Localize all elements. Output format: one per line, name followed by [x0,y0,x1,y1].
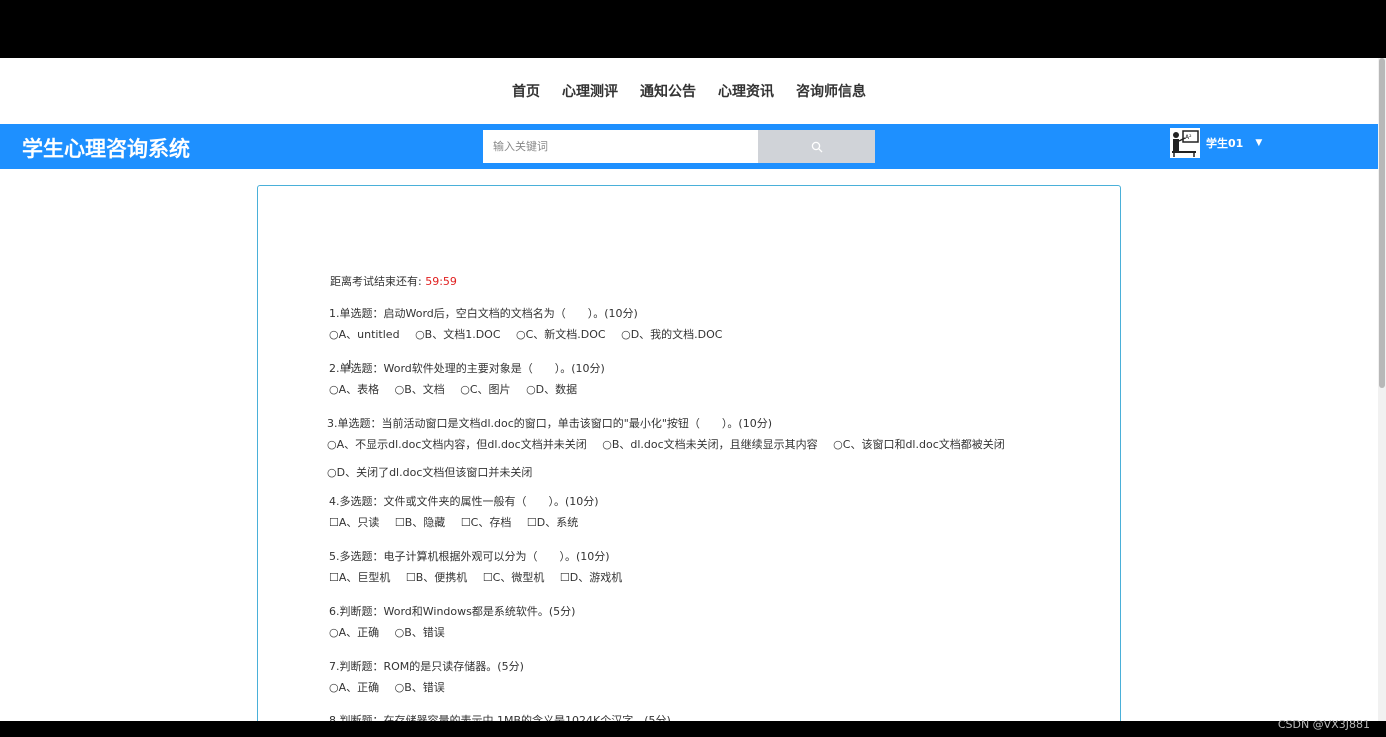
question-6: 6.判断题：Word和Windows都是系统软件。(5分) ○A、正确 ○B、错… [329,603,575,640]
top-navigation: 首页 心理测评 通知公告 心理资讯 咨询师信息 [0,58,1378,124]
question-options: ○A、不显示dl.doc文档内容，但dl.doc文档并未关闭 ○B、dl.doc… [327,436,1017,452]
user-menu[interactable]: A² 学生01 ▼ [1170,128,1262,158]
option-radio[interactable]: ○A、表格 [329,381,379,397]
question-2: 2.单选题：Word软件处理的主要对象是（ ）。(10分) ○A、表格 ○B、文… [329,360,605,397]
browser-viewport: 首页 心理测评 通知公告 心理资讯 咨询师信息 学生心理咨询系统 A² [0,58,1386,721]
option-radio[interactable]: ○B、文档1.DOC [415,326,500,342]
scrollbar-thumb[interactable] [1379,58,1385,388]
option-radio[interactable]: ○C、新文档.DOC [516,326,606,342]
option-radio[interactable]: ○D、数据 [526,381,577,397]
question-options: ○A、正确 ○B、错误 [329,624,575,640]
question-title: 6.判断题：Word和Windows都是系统软件。(5分) [329,605,576,618]
option-checkbox[interactable]: ☐B、隐藏 [395,514,445,530]
caret-down-icon: ▼ [1255,138,1263,148]
option-checkbox[interactable]: ☐C、微型机 [483,569,545,585]
question-options: ☐A、只读 ☐B、隐藏 ☐C、存档 ☐D、系统 [329,514,599,530]
question-options: ○A、正确 ○B、错误 [329,679,524,695]
question-options-line2: ○D、关闭了dl.doc文档但该窗口并未关闭 [327,464,1017,480]
option-radio[interactable]: ○A、不显示dl.doc文档内容，但dl.doc文档并未关闭 [327,436,587,452]
nav-item-counselors[interactable]: 咨询师信息 [796,81,866,101]
question-1: 1.单选题：启动Word后，空白文档的文档名为（ ）。(10分) ○A、unti… [329,305,734,342]
question-title: 7.判断题：ROM的是只读存储器。(5分) [329,660,524,673]
option-checkbox[interactable]: ☐A、巨型机 [329,569,390,585]
teacher-avatar-icon: A² [1170,128,1200,158]
question-options: ○A、untitled ○B、文档1.DOC ○C、新文档.DOC ○D、我的文… [329,326,734,342]
username: 学生01 [1206,137,1244,150]
option-radio[interactable]: ○A、正确 [329,679,379,695]
option-radio[interactable]: ○B、错误 [395,679,445,695]
scrollbar[interactable] [1378,58,1386,721]
exam-countdown: 距离考试结束还有: 59:59 [330,273,457,289]
search-icon [811,141,822,152]
option-checkbox[interactable]: ☐B、便携机 [406,569,467,585]
nav-item-home[interactable]: 首页 [512,81,540,101]
text-cursor-icon: I [348,358,352,372]
question-title: 8.判断题：在存储器容量的表示中,1MB的含义是1024K个汉字。(5分) [329,714,671,721]
question-title: 2.单选题：Word软件处理的主要对象是（ ）。(10分) [329,362,605,375]
option-radio[interactable]: ○A、untitled [329,326,400,342]
countdown-label: 距离考试结束还有: [330,275,422,288]
search-button[interactable] [758,130,875,163]
question-title: 5.多选题：电子计算机根据外观可以分为（ ）。(10分) [329,550,610,563]
countdown-time: 59:59 [425,275,457,288]
question-title: 3.单选题：当前活动窗口是文档dl.doc的窗口，单击该窗口的"最小化"按钮（ … [327,417,772,430]
search-input[interactable] [483,130,758,163]
question-4: 4.多选题：文件或文件夹的属性一般有（ ）。(10分) ☐A、只读 ☐B、隐藏 … [329,493,599,530]
option-radio[interactable]: ○C、该窗口和dl.doc文档都被关闭 [833,436,1005,452]
question-3: 3.单选题：当前活动窗口是文档dl.doc的窗口，单击该窗口的"最小化"按钮（ … [327,415,1017,480]
question-5: 5.多选题：电子计算机根据外观可以分为（ ）。(10分) ☐A、巨型机 ☐B、便… [329,548,634,585]
option-radio[interactable]: ○D、我的文档.DOC [621,326,722,342]
nav-item-news[interactable]: 心理资讯 [718,81,774,101]
option-checkbox[interactable]: ☐C、存档 [461,514,512,530]
option-radio[interactable]: ○D、关闭了dl.doc文档但该窗口并未关闭 [327,464,532,480]
option-radio[interactable]: ○B、文档 [395,381,445,397]
question-title: 4.多选题：文件或文件夹的属性一般有（ ）。(10分) [329,495,599,508]
search-bar [483,130,875,163]
question-options: ○A、表格 ○B、文档 ○C、图片 ○D、数据 [329,381,605,397]
option-radio[interactable]: ○B、错误 [395,624,445,640]
exam-panel: 距离考试结束还有: 59:59 1.单选题：启动Word后，空白文档的文档名为（… [257,185,1121,721]
question-7: 7.判断题：ROM的是只读存储器。(5分) ○A、正确 ○B、错误 [329,658,524,695]
option-radio[interactable]: ○C、图片 [460,381,510,397]
option-radio[interactable]: ○B、dl.doc文档未关闭，且继续显示其内容 [602,436,817,452]
header-bar: 学生心理咨询系统 A² [0,124,1378,169]
question-options: ☐A、巨型机 ☐B、便携机 ☐C、微型机 ☐D、游戏机 [329,569,634,585]
question-8: 8.判断题：在存储器容量的表示中,1MB的含义是1024K个汉字。(5分) [329,712,671,721]
option-checkbox[interactable]: ☐D、游戏机 [560,569,622,585]
option-radio[interactable]: ○A、正确 [329,624,379,640]
nav-item-assessment[interactable]: 心理测评 [562,81,618,101]
watermark: CSDN @VX3J881 [1277,718,1370,731]
question-title: 1.单选题：启动Word后，空白文档的文档名为（ ）。(10分) [329,307,638,320]
option-checkbox[interactable]: ☐D、系统 [527,514,578,530]
option-checkbox[interactable]: ☐A、只读 [329,514,379,530]
nav-item-announcements[interactable]: 通知公告 [640,81,696,101]
svg-text:A²: A² [1185,134,1192,141]
site-title: 学生心理咨询系统 [22,137,190,161]
